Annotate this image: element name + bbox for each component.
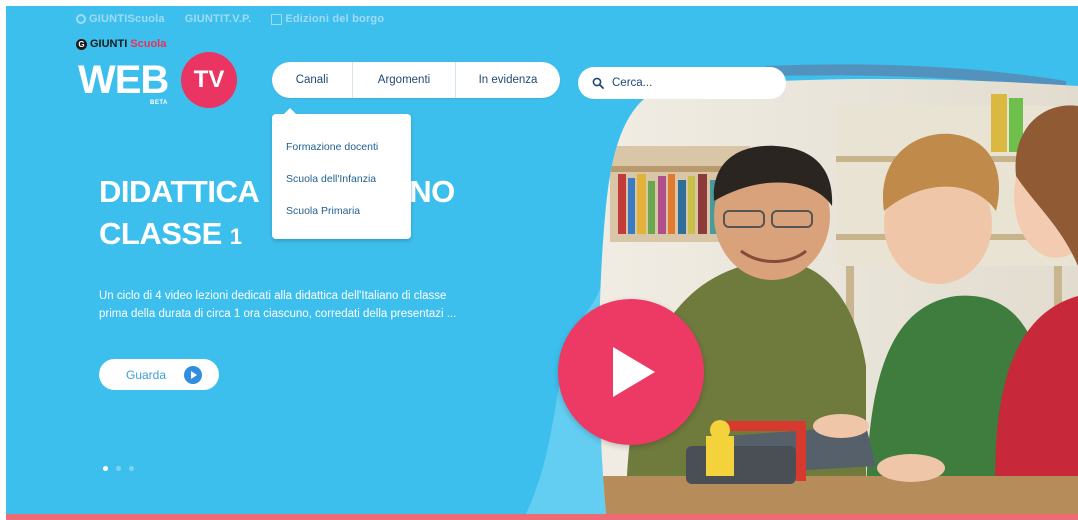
- beta-label: BETA: [150, 100, 168, 106]
- search-input[interactable]: [610, 76, 784, 90]
- partner-label: GIUNTIT.V.P.: [184, 13, 252, 25]
- watch-button[interactable]: Guarda: [99, 359, 219, 390]
- slide-dot[interactable]: [103, 466, 108, 471]
- watch-label: Guarda: [126, 367, 167, 382]
- canali-dropdown: Formazione docenti Scuola dell'Infanzia …: [272, 108, 411, 239]
- logo-wordmark: WEB: [78, 58, 169, 102]
- partner-label: Edizioni del borgo: [285, 13, 385, 25]
- bottom-accent-bar: [6, 514, 1078, 520]
- slider-dots: [103, 466, 134, 471]
- slide-dot[interactable]: [129, 466, 134, 471]
- logo-tv-badge: TV: [181, 52, 237, 108]
- partner-giunti-scuola[interactable]: GIUNTIScuola: [76, 13, 165, 25]
- dropdown-item-formazione-docenti[interactable]: Formazione docenti: [286, 141, 378, 153]
- giunti-g-icon: G: [76, 38, 87, 50]
- play-circle-icon: [184, 365, 203, 384]
- search-icon: [592, 77, 604, 89]
- hero-description: Un ciclo di 4 video lezioni dedicati all…: [99, 290, 457, 320]
- tab-argomenti[interactable]: Argomenti: [352, 62, 455, 98]
- partner-edizioni-borgo[interactable]: Edizioni del borgo: [271, 13, 384, 25]
- partner-bar: GIUNTIScuola GIUNTIT.V.P. Edizioni del b…: [76, 13, 384, 25]
- borgo-square-icon: [271, 13, 283, 25]
- dropdown-item-scuola-infanzia[interactable]: Scuola dell'Infanzia: [286, 173, 376, 185]
- giunti-g-icon: [76, 14, 86, 24]
- partner-label: GIUNTIScuola: [89, 13, 165, 25]
- brand-name: G GIUNTI Scuola: [76, 38, 166, 50]
- tab-in-evidenza[interactable]: In evidenza: [455, 62, 560, 98]
- dropdown-item-scuola-primaria[interactable]: Scuola Primaria: [286, 205, 360, 217]
- partner-giunti-tvp[interactable]: GIUNTIT.V.P.: [185, 13, 252, 25]
- tab-canali[interactable]: Canali: [272, 62, 352, 98]
- page: GIUNTIScuola GIUNTIT.V.P. Edizioni del b…: [0, 0, 1078, 520]
- main-nav: Canali Argomenti In evidenza: [272, 62, 560, 98]
- search-box: [578, 67, 786, 99]
- site-logo[interactable]: G GIUNTI Scuola WEB TV BETA: [76, 38, 246, 113]
- hero-banner: GIUNTIScuola GIUNTIT.V.P. Edizioni del b…: [6, 6, 1078, 514]
- slide-dot[interactable]: [116, 466, 121, 471]
- play-video-button[interactable]: [558, 299, 704, 445]
